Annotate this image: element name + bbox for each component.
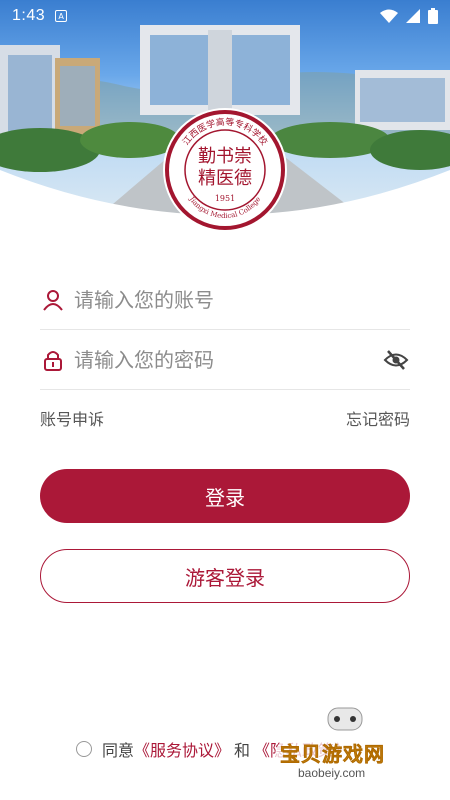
watermark-text: 宝贝游戏网 (280, 742, 385, 767)
login-form: 账号申诉 忘记密码 (40, 270, 410, 430)
wifi-icon (380, 9, 398, 23)
battery-icon (428, 8, 438, 24)
status-bar: 1:43 A (0, 0, 450, 32)
college-emblem-logo: 勤书崇 精医德 1951 江西医学高等专科学校 Jiangxi Medical … (163, 108, 287, 232)
guest-login-button[interactable]: 游客登录 (40, 549, 410, 603)
svg-text:精医德: 精医德 (198, 168, 252, 189)
password-field-row (40, 330, 410, 390)
service-agreement-link[interactable]: 《服务协议》 (134, 737, 230, 761)
forgot-password-link[interactable]: 忘记密码 (346, 406, 410, 430)
user-icon (40, 287, 66, 313)
agree-radio[interactable] (76, 741, 92, 757)
login-button[interactable]: 登录 (40, 469, 410, 523)
agree-label: 同意 (102, 741, 135, 760)
app-notification-icon: A (55, 10, 68, 22)
account-appeal-link[interactable]: 账号申诉 (40, 406, 104, 430)
password-input[interactable] (74, 339, 382, 380)
signal-icon (406, 9, 420, 23)
account-field-row (40, 270, 410, 330)
status-time: 1:43 (12, 7, 46, 24)
and-label: 和 (234, 741, 251, 760)
account-input[interactable] (74, 279, 410, 320)
watermark-url: baobeiy.com (298, 766, 366, 780)
svg-text:1951: 1951 (215, 194, 235, 203)
watermark: 宝贝游戏网 baobeiy.com (270, 700, 420, 790)
auxiliary-links: 账号申诉 忘记密码 (40, 406, 410, 430)
svg-text:勤书崇: 勤书崇 (198, 146, 252, 167)
lock-icon (40, 347, 66, 373)
toggle-password-visibility-icon[interactable] (382, 346, 410, 374)
